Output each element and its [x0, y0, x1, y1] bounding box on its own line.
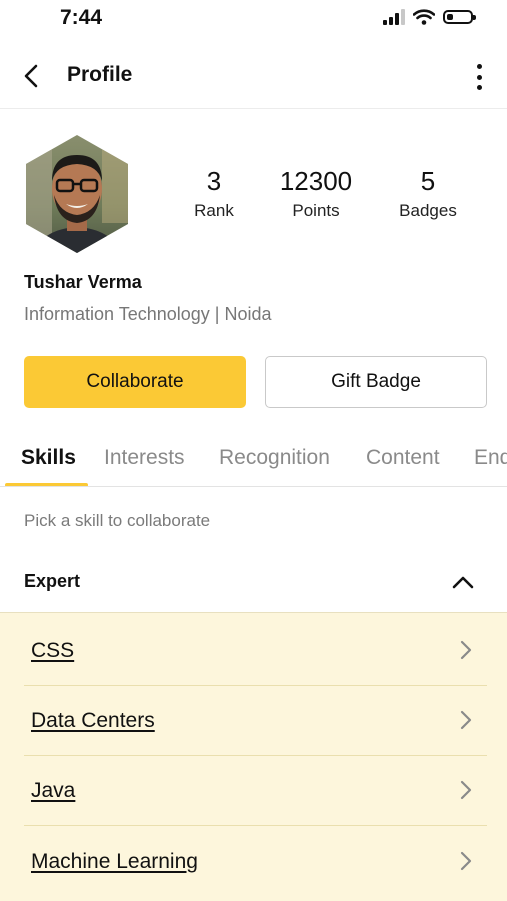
chevron-right-icon: [460, 710, 472, 730]
skill-label[interactable]: CSS: [31, 639, 74, 663]
skill-label[interactable]: Machine Learning: [31, 850, 198, 874]
stat-label: Badges: [399, 201, 457, 220]
status-bar: 7:44: [0, 0, 507, 40]
expert-section-header[interactable]: Expert: [0, 560, 507, 612]
skills-hint: Pick a skill to collaborate: [24, 511, 211, 530]
app-header: Profile: [0, 46, 507, 109]
chevron-up-icon[interactable]: [451, 572, 475, 592]
stat-badges: 5 Badges: [394, 166, 462, 221]
tab-recognition[interactable]: Recognition: [219, 446, 330, 470]
skill-item[interactable]: Java: [24, 755, 487, 826]
status-time: 7:44: [60, 6, 103, 29]
page-title: Profile: [67, 63, 133, 86]
stat-rank: 3 Rank: [192, 166, 236, 221]
signal-icon: [383, 9, 405, 25]
stat-value: 5: [420, 166, 436, 196]
profile-tabs: Skills Interests Recognition Content End…: [0, 436, 507, 487]
tab-endorsements[interactable]: Endorsements: [474, 446, 507, 470]
battery-icon: [443, 10, 476, 24]
skill-item[interactable]: Machine Learning: [24, 826, 487, 896]
more-options-icon[interactable]: [473, 64, 485, 90]
stat-value: 3: [206, 166, 222, 196]
tab-content[interactable]: Content: [366, 446, 440, 470]
stat-label: Rank: [194, 201, 234, 220]
collaborate-button[interactable]: Collaborate: [24, 356, 246, 408]
stat-value: 12300: [279, 166, 353, 196]
profile-department-location: Information Technology | Noida: [24, 304, 272, 324]
back-icon[interactable]: [20, 62, 44, 90]
status-icons: [383, 9, 476, 25]
skill-item[interactable]: Data Centers: [24, 685, 487, 756]
stat-points: 12300 Points: [271, 166, 361, 221]
gift-badge-button[interactable]: Gift Badge: [265, 356, 487, 408]
chevron-right-icon: [460, 851, 472, 871]
stat-label: Points: [292, 201, 340, 220]
chevron-right-icon: [460, 640, 472, 660]
chevron-right-icon: [460, 780, 472, 800]
active-tab-indicator: [5, 483, 88, 486]
skill-item[interactable]: CSS: [24, 615, 487, 686]
tab-skills[interactable]: Skills: [21, 446, 76, 470]
skill-list: CSS Data Centers Java Machine Learning: [0, 612, 507, 901]
section-title: Expert: [24, 571, 81, 591]
tab-interests[interactable]: Interests: [104, 446, 185, 470]
wifi-icon: [413, 9, 435, 25]
avatar: [26, 135, 128, 253]
skill-label[interactable]: Java: [31, 779, 75, 803]
profile-name: Tushar Verma: [24, 272, 142, 292]
skill-label[interactable]: Data Centers: [31, 709, 155, 733]
